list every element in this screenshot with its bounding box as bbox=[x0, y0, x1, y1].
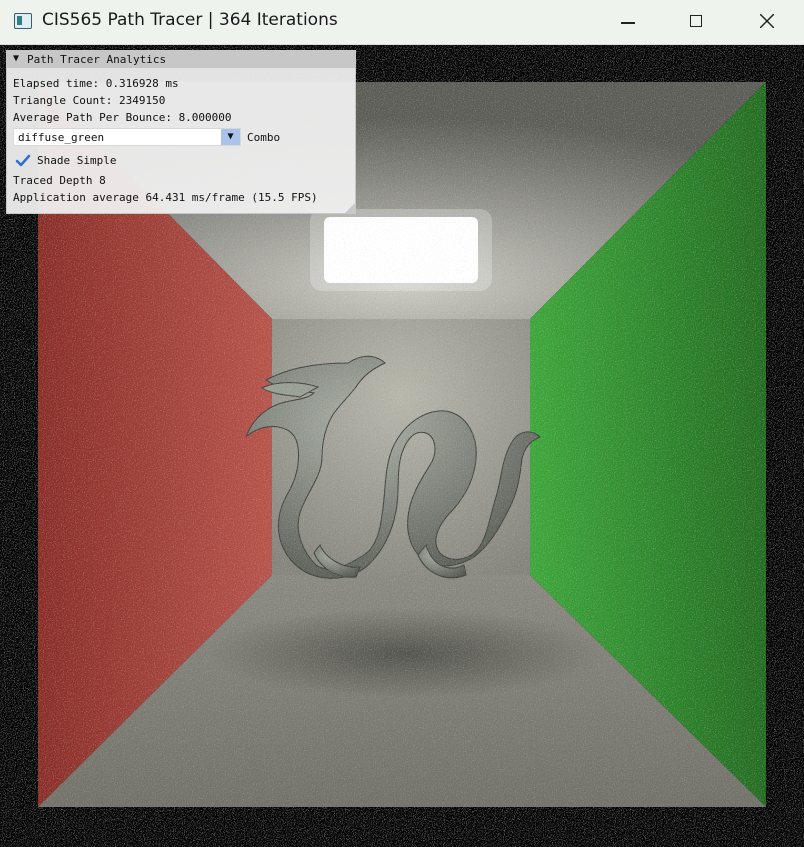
analytics-panel[interactable]: ▼ Path Tracer Analytics Elapsed time: 0.… bbox=[6, 50, 356, 214]
close-button[interactable] bbox=[732, 0, 800, 44]
app-window-icon bbox=[14, 13, 32, 29]
elapsed-time: Elapsed time: 0.316928 ms bbox=[13, 77, 179, 90]
minimize-button[interactable] bbox=[594, 0, 662, 44]
panel-header[interactable]: ▼ Path Tracer Analytics bbox=[7, 51, 355, 68]
triangle-count: Triangle Count: 2349150 bbox=[13, 94, 166, 107]
title-bar[interactable]: CIS565 Path Tracer | 364 Iterations bbox=[0, 0, 804, 45]
checkmark-icon[interactable] bbox=[15, 153, 31, 168]
traced-depth: Traced Depth 8 bbox=[13, 174, 106, 187]
panel-title: Path Tracer Analytics bbox=[27, 53, 167, 66]
shade-simple-label[interactable]: Shade Simple bbox=[37, 154, 116, 167]
window-title: CIS565 Path Tracer | 364 Iterations bbox=[42, 10, 338, 30]
resize-grip[interactable] bbox=[345, 203, 355, 213]
close-icon bbox=[760, 14, 774, 28]
chevron-down-icon[interactable]: ▼ bbox=[221, 129, 240, 145]
maximize-button[interactable] bbox=[662, 0, 730, 44]
collapse-triangle-icon[interactable]: ▼ bbox=[13, 53, 19, 64]
combo-value: diffuse_green bbox=[18, 131, 105, 144]
combo-label: Combo bbox=[247, 131, 281, 144]
average-path-per-bounce: Average Path Per Bounce: 8.000000 bbox=[13, 111, 232, 124]
material-combo[interactable]: diffuse_green ▼ bbox=[13, 128, 241, 146]
application-average: Application average 64.431 ms/frame (15.… bbox=[13, 191, 318, 204]
